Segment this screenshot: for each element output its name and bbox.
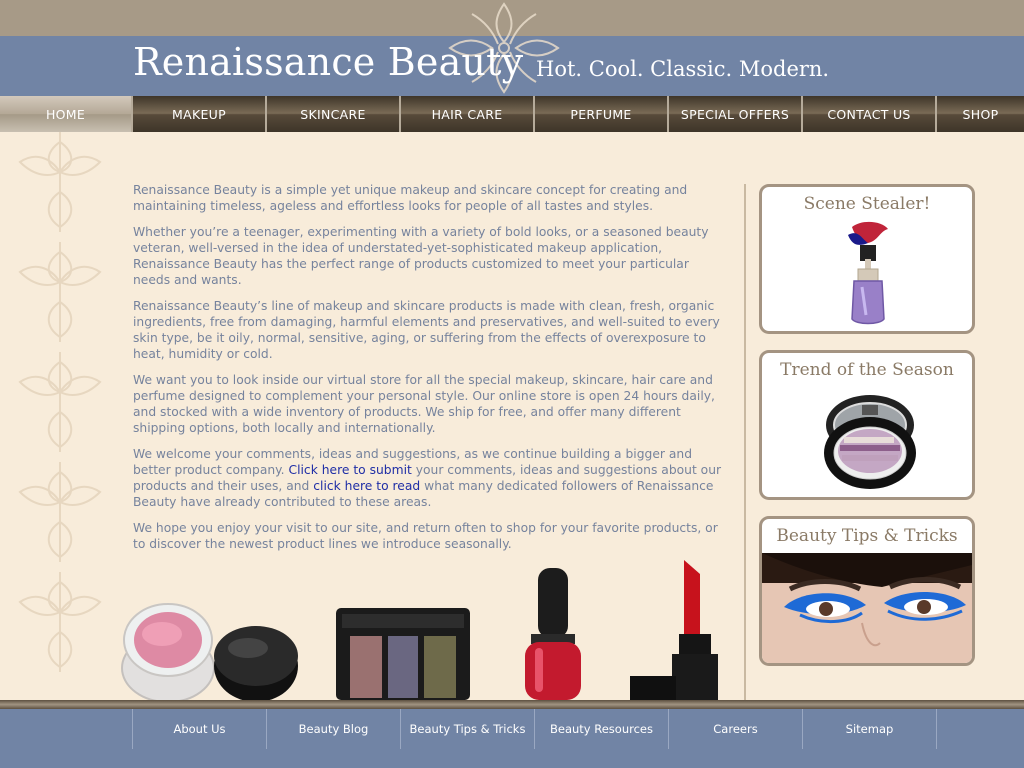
pot-lid-image xyxy=(214,626,298,702)
nail-polish-image xyxy=(525,568,581,700)
main-nav: HOME MAKEUP SKINCARE HAIR CARE PERFUME S… xyxy=(0,96,1024,132)
nav-special-offers[interactable]: SPECIAL OFFERS xyxy=(669,96,803,132)
lipstick-image xyxy=(630,560,718,700)
product-showcase xyxy=(121,560,718,703)
beauty-tips-widget[interactable]: Beauty Tips & Tricks xyxy=(759,516,975,666)
trend-season-title[interactable]: Trend of the Season xyxy=(762,360,972,380)
footer: About Us Beauty Blog Beauty Tips & Trick… xyxy=(0,709,1024,768)
submit-comments-link[interactable]: Click here to submit xyxy=(289,463,412,477)
footer-link-blog[interactable]: Beauty Blog xyxy=(267,709,401,749)
side-ornament-pattern xyxy=(18,132,102,672)
store-paragraph: We want you to look inside our virtual s… xyxy=(133,373,715,435)
trend-season-widget[interactable]: Trend of the Season xyxy=(759,350,975,500)
footer-link-resources[interactable]: Beauty Resources xyxy=(535,709,669,749)
beauty-tips-title[interactable]: Beauty Tips & Tricks xyxy=(762,526,972,546)
eye-makeup-photo xyxy=(762,553,972,663)
nav-contact-us[interactable]: CONTACT US xyxy=(803,96,937,132)
cream-pot-image xyxy=(121,603,215,703)
intro-paragraph: Renaissance Beauty is a simple yet uniqu… xyxy=(133,183,688,213)
scene-stealer-widget[interactable]: Scene Stealer! xyxy=(759,184,975,334)
footer-link-about[interactable]: About Us xyxy=(133,709,267,749)
main-content: Renaissance Beauty is a simple yet uniqu… xyxy=(133,182,725,562)
nav-makeup[interactable]: MAKEUP xyxy=(133,96,267,132)
nav-skincare[interactable]: SKINCARE xyxy=(267,96,401,132)
nav-home[interactable]: HOME xyxy=(0,96,133,132)
content-divider xyxy=(744,184,746,700)
footer-link-tips[interactable]: Beauty Tips & Tricks xyxy=(401,709,535,749)
eyeshadow-palette-image xyxy=(336,608,470,700)
site-tagline: Hot. Cool. Classic. Modern. xyxy=(536,57,830,81)
eyeshadow-compact-image xyxy=(824,395,916,489)
footer-links: About Us Beauty Blog Beauty Tips & Trick… xyxy=(132,709,937,749)
footer-link-careers[interactable]: Careers xyxy=(669,709,803,749)
feedback-paragraph: We welcome your comments, ideas and sugg… xyxy=(133,446,725,510)
footer-link-sitemap[interactable]: Sitemap xyxy=(803,709,937,749)
footer-divider xyxy=(0,700,1024,709)
perfume-bottle-image xyxy=(848,221,888,325)
nav-perfume[interactable]: PERFUME xyxy=(535,96,669,132)
audience-paragraph: Whether you’re a teenager, experimenting… xyxy=(133,225,709,287)
site-logo-title[interactable]: Renaissance Beauty xyxy=(133,40,523,84)
nav-shop[interactable]: SHOP xyxy=(937,96,1024,132)
scene-stealer-title[interactable]: Scene Stealer! xyxy=(762,194,972,214)
read-comments-link[interactable]: click here to read xyxy=(313,479,420,493)
nav-hair-care[interactable]: HAIR CARE xyxy=(401,96,535,132)
ingredients-paragraph: Renaissance Beauty’s line of makeup and … xyxy=(133,299,720,361)
